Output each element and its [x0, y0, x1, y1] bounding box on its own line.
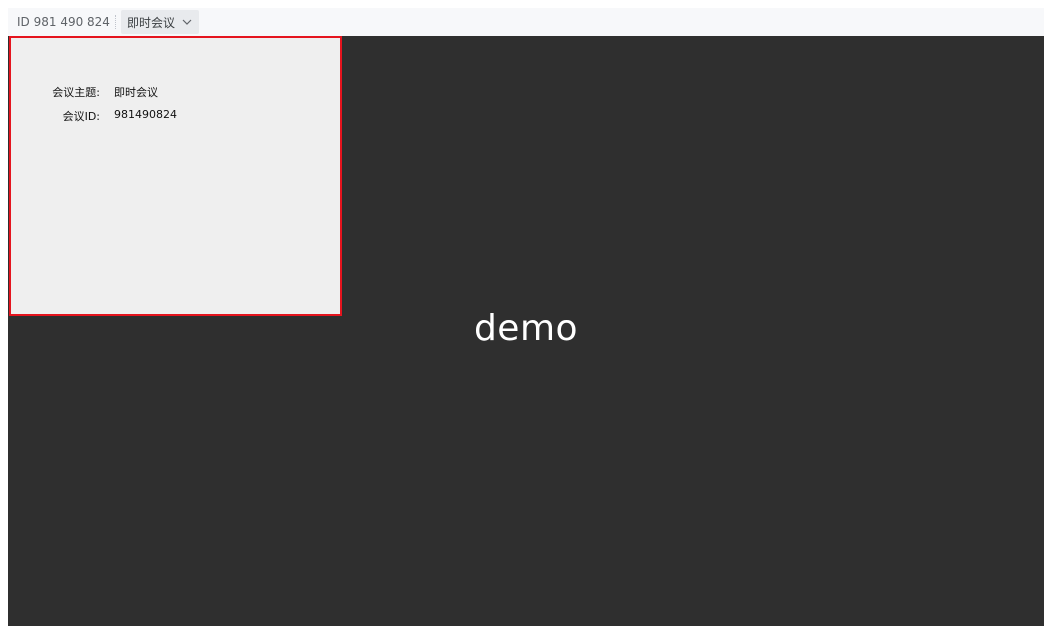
meeting-window: ID 981 490 824 即时会议 demo 会议主题: 即时会议 会议ID… — [0, 0, 1052, 626]
meeting-id-value: 981490824 — [114, 108, 177, 121]
meeting-id-text: ID 981 490 824 — [17, 15, 110, 29]
meeting-toolbar: ID 981 490 824 即时会议 — [8, 8, 1044, 36]
meeting-info-panel: 会议主题: 即时会议 会议ID: 981490824 — [9, 36, 342, 316]
meeting-id-field-label: 会议ID: — [62, 110, 100, 123]
chevron-down-icon — [182, 19, 192, 25]
meeting-topic-dropdown[interactable]: 即时会议 — [120, 10, 199, 34]
meeting-topic-row: 会议主题: 即时会议 — [11, 84, 158, 100]
toolbar-divider — [114, 15, 117, 29]
meeting-topic-label: 即时会议 — [126, 15, 175, 30]
meeting-id-row: 会议ID: 981490824 — [11, 108, 177, 124]
meeting-topic-value: 即时会议 — [114, 86, 158, 99]
meeting-topic-field-label: 会议主题: — [52, 86, 100, 99]
